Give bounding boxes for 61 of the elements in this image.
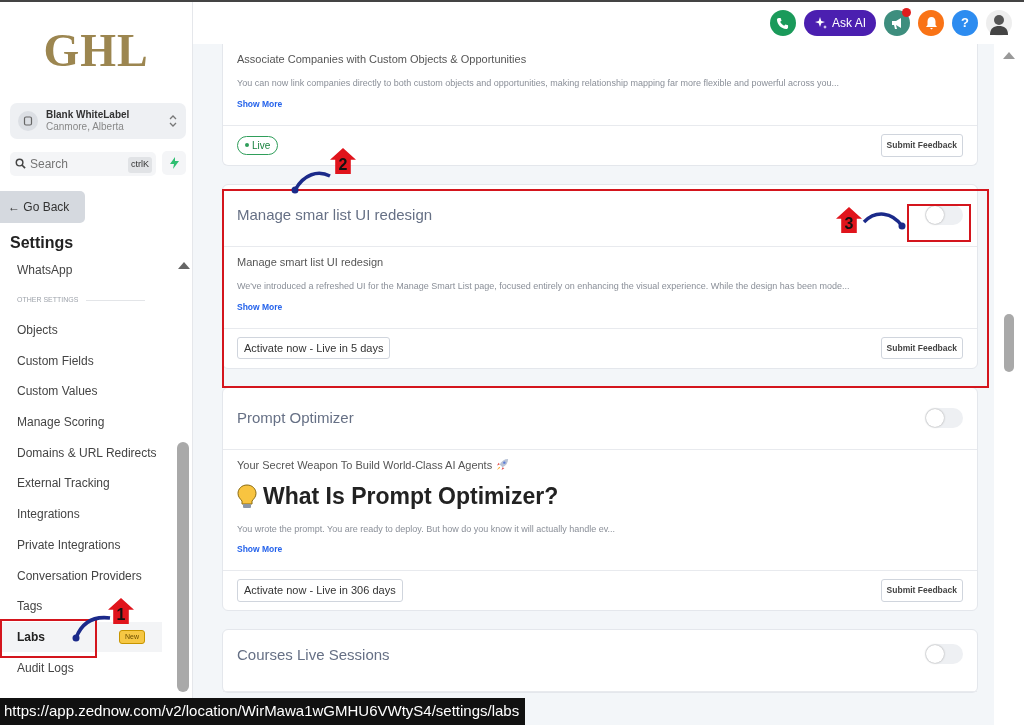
megaphone-icon — [890, 16, 904, 30]
sidebar-item[interactable]: External Tracking — [0, 468, 127, 499]
show-more-link[interactable]: Show More — [237, 544, 283, 556]
card-title: Manage smar list UI redesign — [237, 205, 433, 226]
lightning-icon — [169, 157, 179, 169]
sidebar-item[interactable]: Private Integrations — [0, 529, 138, 561]
sidebar-item[interactable]: Conversation Providers — [0, 560, 159, 591]
ask-ai-button[interactable]: Ask AI — [804, 10, 876, 36]
sidebar-item[interactable]: Tags — [0, 590, 60, 622]
toggle-switch[interactable] — [925, 644, 963, 665]
card-subtitle: Associate Companies with Custom Objects & Opportunities — [237, 52, 527, 67]
light-bulb-icon — [237, 483, 257, 510]
curved-arrow — [290, 170, 334, 196]
submit-feedback-button[interactable]: Submit Feedback — [880, 336, 963, 360]
account-name: Blank WhiteLabel — [46, 109, 130, 121]
submit-feedback-button[interactable]: Submit Feedback — [880, 579, 963, 603]
phone-icon — [776, 16, 790, 30]
scroll-up-icon[interactable] — [1003, 52, 1015, 59]
go-back-button[interactable]: ← Go Back — [0, 191, 85, 223]
search-icon — [15, 158, 26, 169]
sidebar-item[interactable]: Domains & URL Redirects — [0, 437, 174, 469]
activate-button[interactable]: Activate now - Live in 5 days — [237, 336, 391, 360]
card-description: You can now link companies directly to both custom objects and opportunities, making relationship mapping far more flexible and powerful across you... — [237, 78, 840, 90]
chevron-updown-icon — [168, 114, 178, 128]
sidebar-item[interactable]: WhatsApp — [0, 255, 90, 286]
activate-button[interactable]: Activate now - Live in 306 days — [237, 579, 403, 602]
notifications-button[interactable] — [918, 10, 944, 36]
show-more-link[interactable]: Show More — [237, 99, 283, 111]
toggle-switch[interactable] — [925, 408, 963, 429]
card-description: You wrote the prompt. You are ready to deploy. But how do you know it will actually handle ev... — [237, 523, 617, 536]
phone-button[interactable] — [770, 10, 796, 36]
card-subtitle: Manage smart list UI redesign — [237, 254, 384, 270]
submit-feedback-button[interactable]: Submit Feedback — [880, 133, 963, 157]
sidebar-item[interactable]: Objects — [0, 314, 75, 346]
account-switcher[interactable]: Blank WhiteLabel Canmore, Alberta — [10, 103, 186, 139]
quick-action-button[interactable] — [162, 151, 186, 175]
card-headline: What Is Prompt Optimizer? — [263, 481, 559, 511]
bell-icon — [924, 16, 938, 30]
announcements-button[interactable] — [884, 10, 910, 36]
card-title: Courses Live Sessions — [237, 645, 390, 666]
settings-heading: Settings — [10, 233, 75, 253]
sidebar-item[interactable]: Integrations — [0, 498, 97, 530]
curved-arrow — [72, 614, 112, 642]
sidebar-item[interactable]: Audit Logs — [0, 652, 91, 683]
status-bar-url: https://app.zednow.com/v2/location/WirMawa1wGMHU6VWtyS4/settings/labs — [0, 697, 526, 725]
shortcut-key: ctrlK — [128, 157, 152, 173]
card-description: We've introduced a refreshed UI for the Manage Smart List page, focused entirely on enhancing the visual experience. While the design has been mode... — [237, 281, 851, 293]
sparkle-icon — [814, 16, 828, 30]
toggle-switch[interactable] — [925, 205, 963, 226]
account-location: Canmore, Alberta — [46, 121, 125, 133]
card-title: Prompt Optimizer — [237, 407, 354, 428]
rocket-icon — [496, 458, 510, 472]
card-subtitle: Your Secret Weapon To Build World-Class AI Agents — [237, 457, 493, 472]
sidebar-item[interactable]: Custom Values — [0, 376, 115, 407]
sidebar-item[interactable]: Manage Scoring — [0, 406, 122, 438]
show-more-link[interactable]: Show More — [237, 301, 283, 313]
scrollbar-thumb[interactable] — [177, 442, 189, 692]
sidebar-item[interactable]: Custom Fields — [0, 345, 111, 377]
user-avatar[interactable] — [986, 10, 1012, 36]
scrollbar-thumb[interactable] — [1004, 314, 1014, 372]
logo: GHL — [42, 24, 150, 78]
